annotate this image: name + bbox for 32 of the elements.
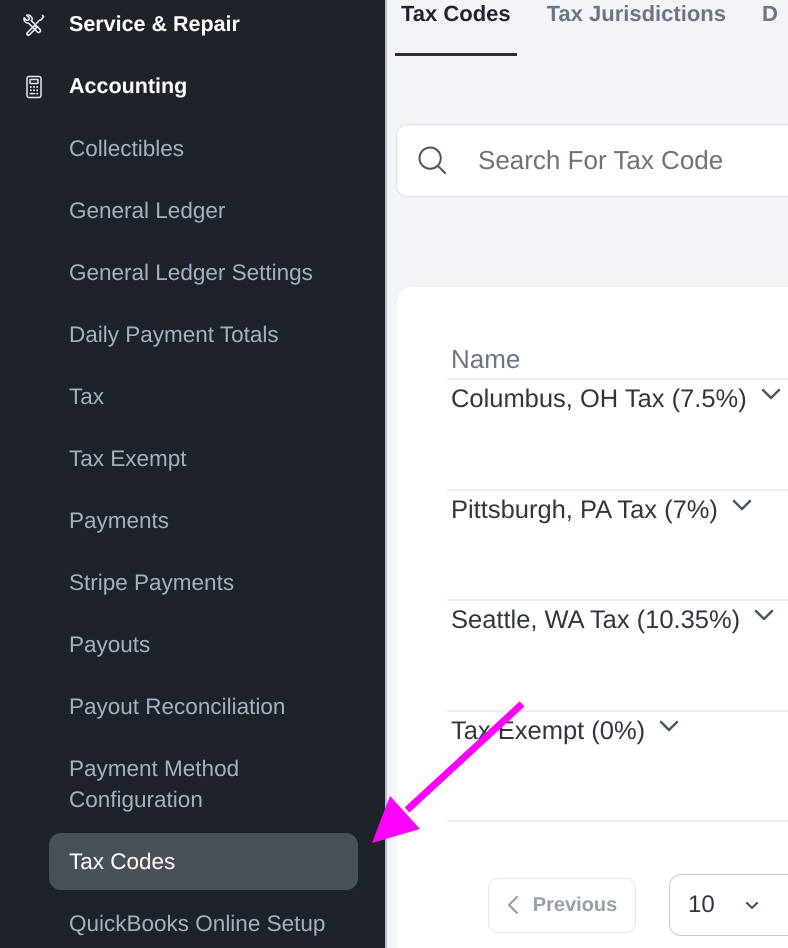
tab[interactable]: Tax Codes [395,0,517,56]
chevron-left-icon [506,895,519,915]
sidebar-section[interactable]: Service & Repair [0,0,385,53]
sidebar-item[interactable]: General Ledger Settings [49,244,358,301]
tools-icon [22,12,46,36]
sidebar-item[interactable]: Tax [49,368,358,425]
page-size-select[interactable]: 10 [669,874,788,936]
sidebar-item[interactable]: Payouts [49,616,358,673]
search-icon [417,145,447,175]
chevron-down-icon[interactable] [659,720,680,732]
chevron-down-icon[interactable] [754,609,774,621]
table-cell: Columbus, OH Tax (7.5%) [451,384,747,414]
sidebar-item[interactable]: General Ledger [49,182,358,239]
chevron-down-icon[interactable] [760,388,781,400]
search-field[interactable]: Search For Tax Code [396,124,788,197]
sidebar-section[interactable]: Accounting [0,58,385,115]
chevron-down-icon[interactable] [732,498,752,510]
sidebar-item[interactable]: Stripe Payments [49,554,358,611]
sidebar-item[interactable]: Payment Method Configuration [49,740,358,828]
sidebar-item[interactable]: Collectibles [49,120,358,177]
chevron-down-icon [744,900,759,910]
tab[interactable]: Tax Jurisdictions [540,0,732,56]
sidebar-item[interactable]: Tax Codes [49,833,358,890]
sidebar-item[interactable]: QuickBooks Online Setup [49,895,358,948]
column-header: Name [451,344,522,374]
sidebar-item[interactable]: Daily Payment Totals [49,306,358,363]
table-cell: Seattle, WA Tax (10.35%) [451,605,740,635]
table-cell: Pittsburgh, PA Tax (7%) [451,494,718,524]
sidebar-item[interactable]: Payments [49,492,358,549]
sidebar-item[interactable]: Payout Reconciliation [49,678,358,735]
tab[interactable]: D [756,0,784,56]
sidebar-item[interactable]: Tax Exempt [49,430,358,487]
